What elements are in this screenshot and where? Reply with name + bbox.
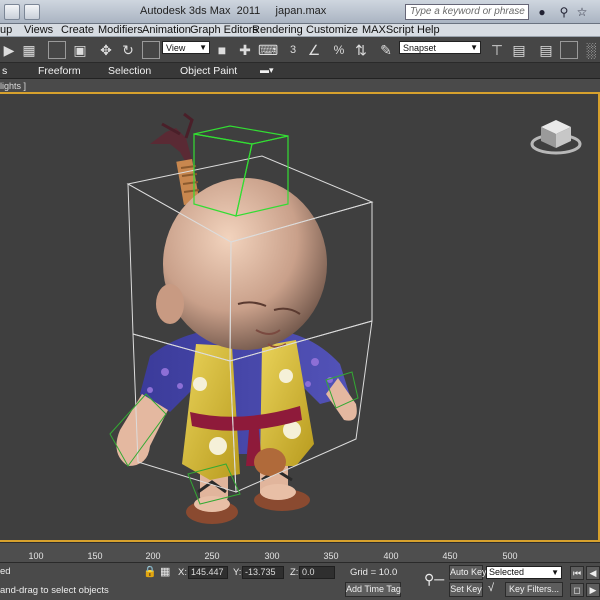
layer-manager-icon[interactable]: ▤ xyxy=(537,41,555,59)
tick-label: 300 xyxy=(264,551,280,561)
go-to-start-icon[interactable]: ⏮ xyxy=(570,566,584,580)
menu-modifiers[interactable]: Modifiers xyxy=(98,24,143,36)
key-filters-button[interactable]: Key Filters... xyxy=(505,582,563,597)
absolute-mode-icon[interactable]: ▦ xyxy=(160,565,170,578)
viewcube-icon[interactable] xyxy=(530,120,582,155)
project-folder-icon[interactable] xyxy=(24,4,40,20)
tick-label: 250 xyxy=(204,551,220,561)
tab-object-paint[interactable]: Object Paint xyxy=(180,65,237,77)
set-key-mode-icon[interactable]: ⚲─ xyxy=(424,571,444,588)
menu-rendering[interactable]: Rendering xyxy=(252,24,303,36)
z-coordinate-field[interactable]: 0.0 xyxy=(299,566,335,579)
move-icon[interactable]: ✥ xyxy=(97,41,115,59)
tick-label: 100 xyxy=(28,551,44,561)
menu-graph-editors[interactable]: Graph Editors xyxy=(190,24,258,36)
tick-label: 450 xyxy=(442,551,458,561)
viewport-label[interactable]: lights ] xyxy=(0,81,26,91)
hair-tuft xyxy=(150,112,200,206)
menu-maxscript[interactable]: MAXScript xyxy=(362,24,414,36)
curve-editor-icon[interactable]: ░ xyxy=(582,41,600,59)
graphite-toggle-icon[interactable] xyxy=(560,41,578,59)
ribbon-options-icon[interactable]: ▬▾ xyxy=(260,65,274,76)
rotate-icon[interactable]: ↻ xyxy=(119,41,137,59)
key-tangent-icon[interactable]: √ xyxy=(488,582,494,594)
title-bar: Autodesk 3ds Max 2011 japan.max Type a k… xyxy=(0,0,600,24)
snap-number: 3 xyxy=(289,44,297,56)
y-coordinate-field[interactable]: -13.735 xyxy=(242,566,284,579)
tick-label: 500 xyxy=(502,551,518,561)
grid-size: Grid = 10.0 xyxy=(350,567,398,578)
character-head xyxy=(156,178,327,350)
scale-icon[interactable] xyxy=(142,41,160,59)
snap-toggle-icon[interactable]: 3 xyxy=(284,41,302,59)
percent-snap-icon[interactable]: % xyxy=(330,41,348,59)
menu-create[interactable]: Create xyxy=(61,24,94,36)
auto-key-button[interactable]: Auto Key xyxy=(449,565,487,580)
set-key-button[interactable]: Set Key xyxy=(449,582,483,597)
binoculars-icon[interactable]: ● xyxy=(534,4,550,20)
tab-freeform[interactable]: Freeform xyxy=(38,65,81,77)
tick-label: 400 xyxy=(383,551,399,561)
frame-spinner-icon[interactable]: ◻ xyxy=(570,583,584,597)
x-coordinate-field[interactable]: 145.447 xyxy=(188,566,228,579)
menu-customize[interactable]: Customize xyxy=(306,24,358,36)
window-title: Autodesk 3ds Max 2011 japan.max xyxy=(140,5,327,17)
selection-filter-icon[interactable]: ▦ xyxy=(20,41,38,59)
edit-named-selection-icon[interactable]: ✎ xyxy=(377,41,395,59)
tick-label: 350 xyxy=(323,551,339,561)
time-slider-track[interactable]: 100 150 200 250 300 350 400 450 500 xyxy=(0,542,600,562)
star-icon[interactable]: ☆ xyxy=(574,4,590,20)
add-time-tag-button[interactable]: Add Time Tag xyxy=(345,582,401,597)
menu-animation[interactable]: Animation xyxy=(142,24,191,36)
keyboard-shortcut-icon[interactable]: ⌨ xyxy=(258,41,278,59)
main-toolbar: ▶ ▦ ▣ ✥ ↻ View ▼ ■ ✚ ⌨ 3 ∠ % ⇅ ✎ Snapset ▼… xyxy=(0,37,600,63)
select-manipulate-icon[interactable]: ✚ xyxy=(236,41,254,59)
selection-count: ed xyxy=(0,566,11,577)
lock-selection-icon[interactable]: 🔒 xyxy=(143,565,157,578)
reference-coord-dropdown[interactable]: View ▼ xyxy=(162,41,210,54)
prompt-line: and-drag to select objects xyxy=(0,585,109,596)
play-icon[interactable]: ▶ xyxy=(586,583,600,597)
mirror-icon[interactable]: ⊤ xyxy=(488,41,506,59)
tab-selection[interactable]: Selection xyxy=(108,65,151,77)
subscription-key-icon[interactable]: ⚲ xyxy=(556,4,572,20)
y-label: Y: xyxy=(233,567,242,578)
menu-help[interactable]: Help xyxy=(417,24,440,36)
angle-snap-icon[interactable]: ∠ xyxy=(305,41,323,59)
quick-access-dropdown-icon[interactable] xyxy=(4,4,20,20)
chevron-down-icon: ▼ xyxy=(470,43,478,52)
perspective-viewport[interactable] xyxy=(0,92,600,542)
status-bar: ed and-drag to select objects 🔒 ▦ X: 145… xyxy=(0,562,600,600)
chevron-down-icon: ▼ xyxy=(551,568,559,577)
scene-canvas xyxy=(109,112,582,524)
previous-frame-icon[interactable]: ◀ xyxy=(586,566,600,580)
align-icon[interactable]: ▤ xyxy=(510,41,528,59)
spinner-snap-icon[interactable]: ⇅ xyxy=(352,41,370,59)
ribbon-tabs: s Freeform Selection Object Paint ▬▾ xyxy=(0,63,600,79)
pivot-center-icon[interactable]: ■ xyxy=(213,41,231,59)
z-label: Z: xyxy=(290,567,299,578)
search-input[interactable]: Type a keyword or phrase xyxy=(405,4,529,20)
viewport-panel: lights ] xyxy=(0,79,600,542)
menu-views[interactable]: Views xyxy=(24,24,53,36)
menu-bar: up Views Create Modifiers Animation Grap… xyxy=(0,24,600,37)
chevron-down-icon: ▼ xyxy=(199,43,207,52)
x-label: X: xyxy=(178,567,187,578)
key-mode-dropdown[interactable]: Selected ▼ xyxy=(486,566,562,579)
tick-label: 150 xyxy=(87,551,103,561)
named-selection-dropdown[interactable]: Snapset ▼ xyxy=(399,41,481,54)
window-crossing-icon[interactable]: ▣ xyxy=(71,41,89,59)
tab-graphite[interactable]: s xyxy=(2,65,7,77)
rect-selection-icon[interactable] xyxy=(48,41,66,59)
menu-group[interactable]: up xyxy=(0,24,12,36)
select-object-icon[interactable]: ▶ xyxy=(0,41,18,59)
tick-label: 200 xyxy=(145,551,161,561)
